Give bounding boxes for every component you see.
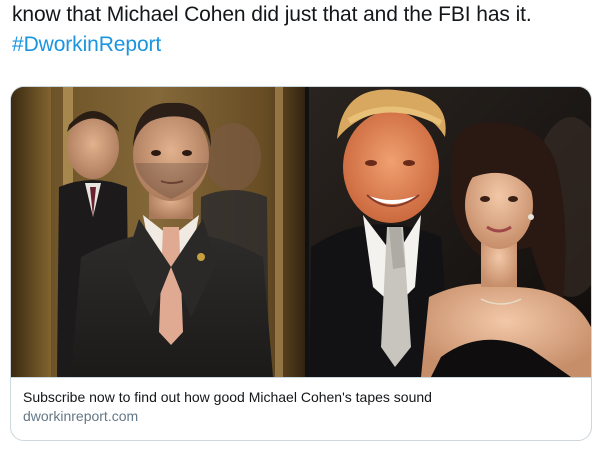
- tweet-text-line: know that Michael Cohen did just that an…: [12, 3, 532, 26]
- card-title: Subscribe now to find out how good Micha…: [23, 389, 432, 405]
- card-image[interactable]: [11, 87, 591, 377]
- card-footer[interactable]: Subscribe now to find out how good Micha…: [11, 377, 591, 440]
- card-domain: dworkinreport.com: [23, 408, 139, 424]
- hashtag-link[interactable]: #DworkinReport: [12, 30, 592, 60]
- link-preview-card[interactable]: Subscribe now to find out how good Micha…: [10, 86, 592, 441]
- card-photo-collage: [11, 87, 591, 377]
- tweet-text: know that Michael Cohen did just that an…: [12, 0, 592, 60]
